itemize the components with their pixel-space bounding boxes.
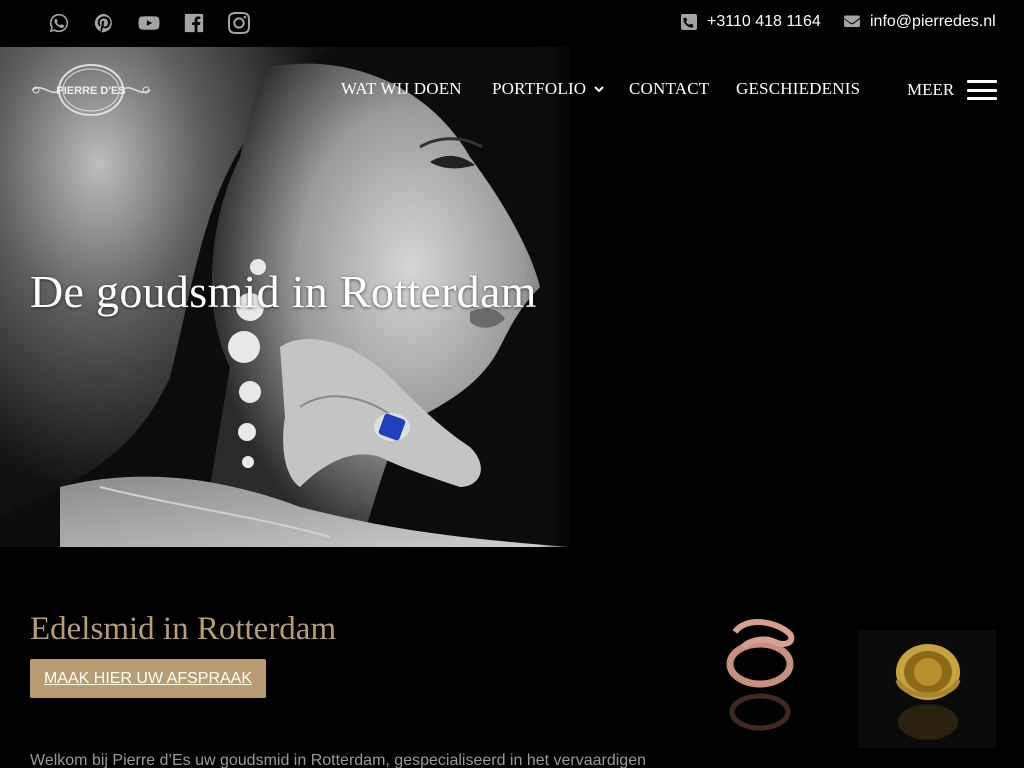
nav-portfolio[interactable]: PORTFOLIO: [492, 79, 605, 99]
hero-banner: PIERRE D'ES WAT WIJ DOEN PORTFOLIO CONTA…: [0, 47, 1024, 547]
phone-number: +3110 418 1164: [707, 13, 821, 30]
nav-wat-wij-doen[interactable]: WAT WIJ DOEN: [341, 79, 462, 99]
facebook-icon[interactable]: [183, 12, 205, 34]
phone-link[interactable]: +3110 418 1164: [681, 13, 821, 31]
envelope-icon: [844, 14, 860, 30]
phone-icon: [681, 14, 697, 30]
intro-text: Welkom bij Pierre d’Es uw goudsmid in Ro…: [30, 752, 646, 768]
hamburger-icon: [967, 80, 998, 100]
rose-gold-ring-image: [705, 612, 815, 748]
email-link[interactable]: info@pierredes.nl: [844, 13, 996, 31]
chevron-down-icon: [594, 84, 605, 94]
nav-geschiedenis[interactable]: GESCHIEDENIS: [736, 79, 860, 99]
nav-portfolio-label: PORTFOLIO: [492, 79, 587, 98]
meer-label: MEER: [907, 80, 955, 99]
top-bar: +3110 418 1164 info@pierredes.nl: [0, 0, 1024, 47]
logo-text: PIERRE D'ES: [56, 85, 125, 97]
gold-signet-ring-image: [858, 630, 996, 748]
appointment-button[interactable]: MAAK HIER UW AFSPRAAK: [30, 659, 266, 698]
social-links: [48, 12, 273, 34]
email-address: info@pierredes.nl: [870, 13, 996, 30]
nav-contact[interactable]: CONTACT: [629, 79, 709, 99]
brand-logo[interactable]: PIERRE D'ES: [30, 62, 152, 118]
whatsapp-icon[interactable]: [48, 12, 70, 34]
section-title: Edelsmid in Rotterdam: [30, 611, 337, 647]
instagram-icon[interactable]: [228, 12, 250, 34]
meer-menu-button[interactable]: MEER: [907, 80, 998, 100]
youtube-icon[interactable]: [138, 12, 160, 34]
pinterest-icon[interactable]: [93, 12, 115, 34]
hero-title: De goudsmid in Rotterdam: [30, 266, 537, 317]
